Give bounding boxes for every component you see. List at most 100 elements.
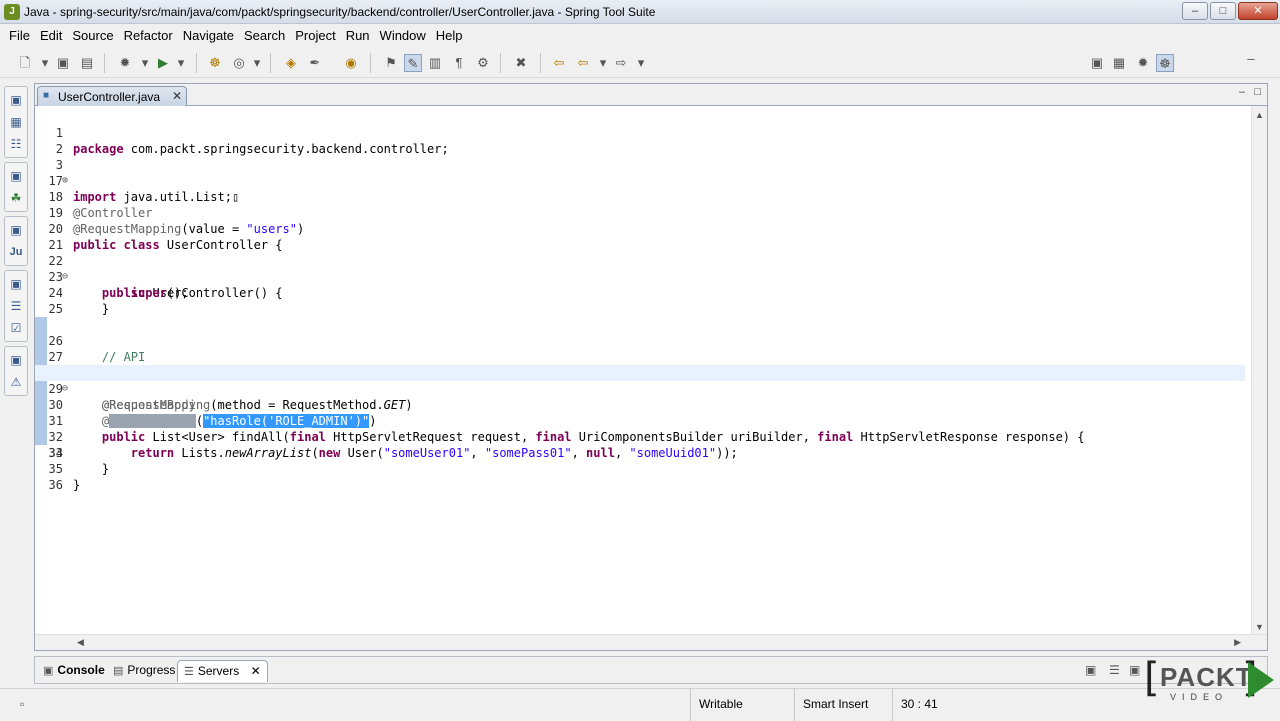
code-line: 31 public List<User> findAll(final HttpS… bbox=[35, 381, 1245, 444]
close-window-button[interactable]: ✕ bbox=[1238, 2, 1278, 20]
menu-search[interactable]: Search bbox=[239, 28, 290, 43]
progress-icon: ▤ bbox=[113, 665, 124, 677]
code-line: 35 } bbox=[48, 462, 81, 492]
play-icon bbox=[1248, 662, 1274, 698]
perspective-java-icon[interactable]: ▦ bbox=[1110, 54, 1128, 72]
code-line-current: 30 @PreAuthorize("hasRole('ROLE_ADMIN')"… bbox=[35, 365, 1245, 428]
restore-icon[interactable]: ▣ bbox=[5, 165, 27, 187]
restore-icon[interactable]: ▣ bbox=[5, 89, 27, 111]
servers-view-icon[interactable]: ☰ bbox=[1109, 663, 1120, 677]
close-tab-icon[interactable]: ✕ bbox=[251, 664, 261, 678]
dropdown-arrow-icon[interactable]: ▾ bbox=[632, 54, 650, 72]
maximize-button[interactable]: □ bbox=[1210, 2, 1236, 20]
spring-explorer-icon[interactable]: ☘ bbox=[5, 187, 27, 209]
title-bar: J Java - spring-security/src/main/java/c… bbox=[0, 0, 1280, 24]
vertical-scrollbar[interactable]: ▲ ▼ bbox=[1251, 106, 1267, 636]
menu-edit[interactable]: Edit bbox=[35, 28, 67, 43]
forward-icon[interactable]: ⇨ bbox=[612, 54, 630, 72]
dropdown-arrow-icon[interactable]: ▾ bbox=[172, 54, 190, 72]
status-bar: ▫ Writable Smart Insert 30 : 41 bbox=[0, 688, 1280, 721]
save-all-icon[interactable]: ▤ bbox=[78, 54, 96, 72]
show-whitespace-icon[interactable]: ¶ bbox=[450, 54, 468, 72]
debug-icon[interactable]: ✹ bbox=[116, 54, 134, 72]
code-line: 22 ⊖ public UserController() { bbox=[48, 254, 283, 300]
hierarchy-icon[interactable]: ☷ bbox=[5, 133, 27, 155]
junit-icon[interactable]: Ju bbox=[5, 241, 27, 263]
perspective-open-icon[interactable]: ▣ bbox=[1088, 54, 1106, 72]
tab-usercontroller[interactable]: ■ UserController.java ✕ bbox=[37, 86, 187, 106]
scroll-left-icon[interactable]: ◀ bbox=[77, 637, 84, 648]
maximize-editor-icon[interactable]: □ bbox=[1254, 86, 1261, 98]
code-line: 18 @Controller bbox=[48, 190, 153, 220]
problems-icon[interactable]: ⚠ bbox=[5, 371, 27, 393]
back-icon[interactable]: ⇦ bbox=[574, 54, 592, 72]
code-line: 1 package com.packt.springsecurity.backe… bbox=[55, 126, 449, 156]
dropdown-arrow-icon[interactable]: ▾ bbox=[136, 54, 154, 72]
tab-console[interactable]: ▣ Console bbox=[37, 660, 111, 682]
search-icon[interactable]: ◉ bbox=[342, 54, 360, 72]
task-list-icon[interactable]: ☑ bbox=[5, 317, 27, 339]
block-selection-icon[interactable]: ▥ bbox=[426, 54, 444, 72]
toggle-highlight-icon[interactable]: ✎ bbox=[404, 54, 422, 72]
code-line: 19 @RequestMapping(value = "users") bbox=[48, 206, 305, 236]
last-edit-icon[interactable]: ⇦ bbox=[550, 54, 568, 72]
tab-progress[interactable]: ▤ Progress bbox=[107, 660, 181, 682]
minimize-editor-icon[interactable]: – bbox=[1239, 86, 1245, 98]
new-project-icon[interactable]: ☸ bbox=[206, 54, 224, 72]
restore-icon[interactable]: ▣ bbox=[5, 273, 27, 295]
outline-icon[interactable]: ☰ bbox=[5, 295, 27, 317]
pin-icon[interactable]: ✖ bbox=[512, 54, 530, 72]
open-type-icon[interactable]: ◈ bbox=[282, 54, 300, 72]
packt-video-logo: [ PACKT VIDEO ] bbox=[1144, 656, 1274, 708]
menu-window[interactable]: Window bbox=[375, 28, 431, 43]
console-icon: ▣ bbox=[43, 665, 54, 677]
restore-icon[interactable]: ▣ bbox=[5, 349, 27, 371]
breadcrumb-icon[interactable]: ⚙ bbox=[474, 54, 492, 72]
code-line: 17 bbox=[48, 174, 63, 188]
code-line: 28 ⊖ @RequestMapping(method = RequestMet… bbox=[35, 333, 1245, 412]
menu-project[interactable]: Project bbox=[290, 28, 340, 43]
menu-navigate[interactable]: Navigate bbox=[178, 28, 239, 43]
tab-servers[interactable]: ☰ Servers ✕ bbox=[177, 660, 268, 682]
package-explorer-icon[interactable]: ▦ bbox=[5, 111, 27, 133]
restore-panel-icon[interactable]: ▣ bbox=[1085, 663, 1096, 677]
scroll-up-icon[interactable]: ▲ bbox=[1255, 110, 1264, 120]
dropdown-arrow-icon[interactable]: ▾ bbox=[36, 54, 54, 72]
code-line: 2 bbox=[55, 142, 63, 156]
menu-refactor[interactable]: Refactor bbox=[119, 28, 178, 43]
fast-view-icon[interactable]: ▫ bbox=[20, 697, 24, 711]
menu-bar: File Edit Source Refactor Navigate Searc… bbox=[0, 24, 1280, 46]
new-file-icon[interactable]: 🗋 bbox=[16, 54, 34, 72]
close-tab-icon[interactable]: ✕ bbox=[172, 89, 182, 103]
new-class-icon[interactable]: ◎ bbox=[230, 54, 248, 72]
run-icon[interactable]: ▶ bbox=[154, 54, 172, 72]
open-task-icon[interactable]: ✒ bbox=[306, 54, 324, 72]
horizontal-scrollbar[interactable]: ◀ ▶ bbox=[35, 634, 1267, 650]
code-line: 34 bbox=[48, 446, 63, 460]
scroll-down-icon[interactable]: ▼ bbox=[1255, 622, 1264, 632]
restore-icon[interactable]: ▣ bbox=[5, 219, 27, 241]
code-line: 36 bbox=[48, 478, 63, 492]
save-icon[interactable]: ▣ bbox=[54, 54, 72, 72]
dropdown-arrow-icon[interactable]: ▾ bbox=[594, 54, 612, 72]
perspective-debug-icon[interactable]: ✹ bbox=[1134, 54, 1152, 72]
code-line: 20 public class UserController { bbox=[48, 222, 283, 252]
menu-run[interactable]: Run bbox=[341, 28, 375, 43]
scroll-right-icon[interactable]: ▶ bbox=[1234, 637, 1241, 648]
main-toolbar: 🗋 ▾ ▣ ▤ ✹ ▾ ▶ ▾ ☸ ◎ ▾ ◈ ✒ ◉ ⚑ ✎ ▥ ¶ ⚙ ✖ … bbox=[0, 48, 1280, 78]
code-editor[interactable]: 1 package com.packt.springsecurity.backe… bbox=[35, 109, 1245, 629]
code-line: 24 } bbox=[48, 286, 110, 316]
console-view-icon[interactable]: ▣ bbox=[1129, 663, 1140, 677]
toggle-mark-icon[interactable]: ⚑ bbox=[382, 54, 400, 72]
perspective-spring-icon[interactable]: ☸ bbox=[1156, 54, 1174, 72]
menu-file[interactable]: File bbox=[4, 28, 35, 43]
menu-source[interactable]: Source bbox=[67, 28, 118, 43]
toolbar-minimize-icon[interactable]: – bbox=[1242, 50, 1260, 68]
code-line: 21 bbox=[48, 238, 63, 252]
editor-area: ■ UserController.java ✕ – □ 1 package co… bbox=[34, 83, 1268, 651]
code-line: 33 } bbox=[35, 413, 1245, 476]
minimize-button[interactable]: – bbox=[1182, 2, 1208, 20]
bottom-panel: ▣ Console ▤ Progress ☰ Servers ✕ ▣ ☰ ▣ bbox=[34, 656, 1268, 684]
menu-help[interactable]: Help bbox=[431, 28, 468, 43]
dropdown-arrow-icon[interactable]: ▾ bbox=[248, 54, 266, 72]
